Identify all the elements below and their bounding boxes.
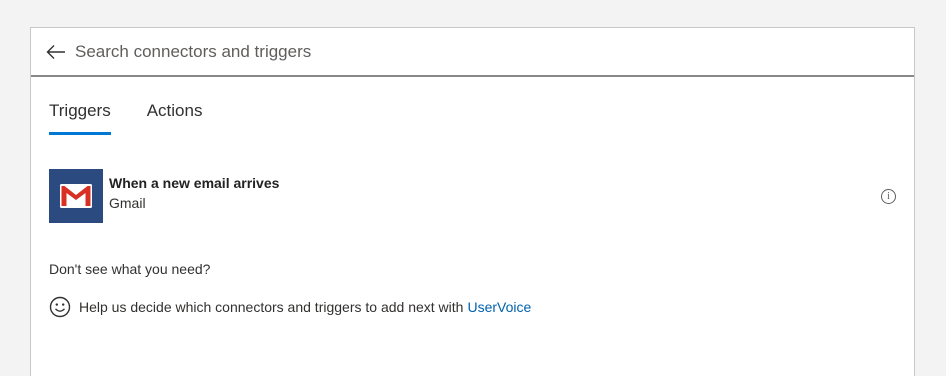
- search-input[interactable]: [73, 36, 914, 67]
- tab-triggers[interactable]: Triggers: [49, 101, 111, 135]
- trigger-connector-name: Gmail: [109, 195, 146, 211]
- gmail-icon: [49, 169, 103, 223]
- trigger-title: When a new email arrives: [109, 175, 280, 191]
- help-row: Help us decide which connectors and trig…: [49, 296, 531, 318]
- uservoice-link[interactable]: UserVoice: [467, 299, 531, 315]
- help-text: Help us decide which connectors and trig…: [79, 299, 464, 315]
- tab-actions[interactable]: Actions: [147, 101, 203, 135]
- dont-see-heading: Don't see what you need?: [49, 261, 211, 277]
- trigger-text: When a new email arrives Gmail: [109, 174, 279, 212]
- smiley-icon: [49, 296, 71, 318]
- info-icon[interactable]: i: [881, 189, 896, 204]
- trigger-item-new-email[interactable]: When a new email arrives Gmail i: [49, 168, 896, 224]
- connector-picker-panel: Triggers Actions When a new email arrive…: [30, 27, 915, 376]
- search-bar: [31, 28, 914, 77]
- tab-bar: Triggers Actions: [49, 101, 238, 135]
- arrow-left-icon: [46, 44, 65, 59]
- back-button[interactable]: [39, 28, 73, 75]
